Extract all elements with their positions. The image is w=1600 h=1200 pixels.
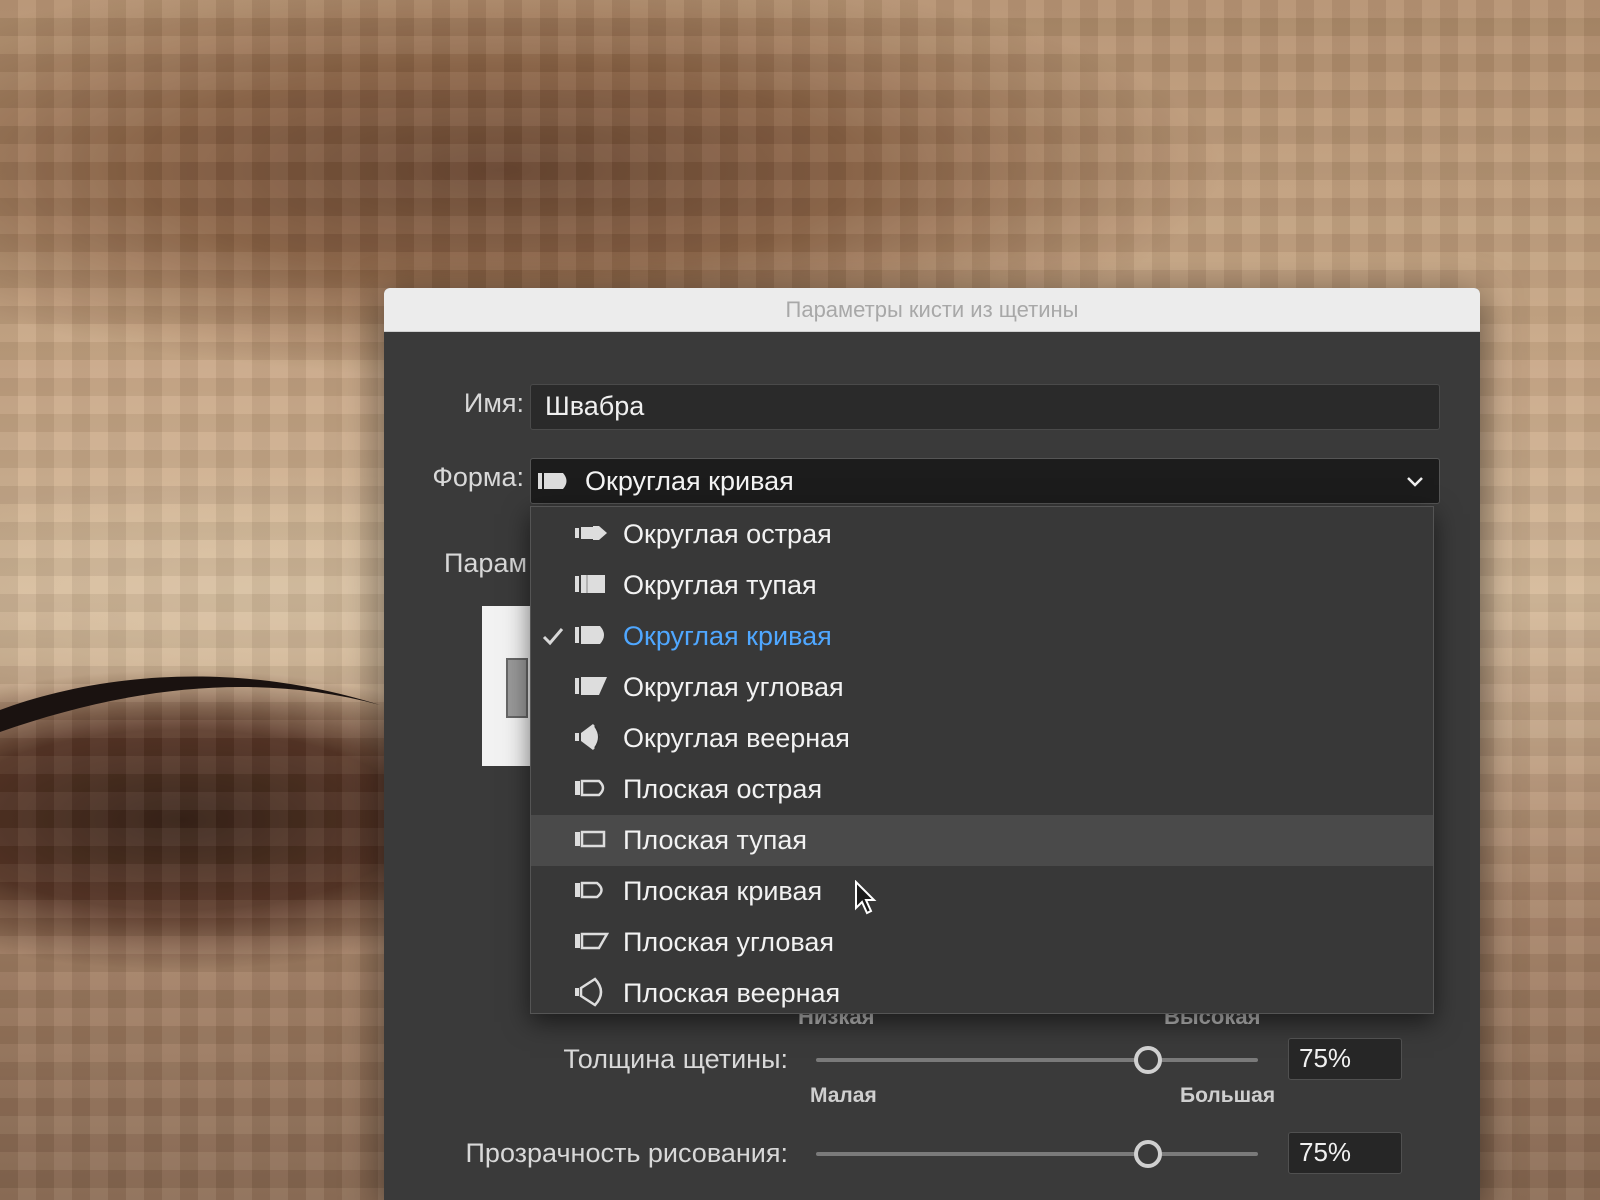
shape-select-value: Округлая кривая [585, 465, 794, 496]
mouse-cursor-icon [855, 880, 877, 915]
flat-fan-brush-icon [575, 977, 603, 1007]
checkmark-icon [542, 628, 564, 646]
round-blunt-brush-icon [575, 575, 605, 593]
flat-point-brush-icon [575, 779, 605, 797]
menu-item-label: Округлая веерная [623, 723, 850, 753]
parameters-section-label: Парам [444, 548, 528, 578]
shape-dropdown-menu: Округлая острая Округлая тупая Округлая … [530, 506, 1434, 1014]
round-fan-brush-icon [575, 724, 600, 750]
menu-item-label: Плоская кривая [623, 876, 823, 906]
shape-label: Форма: [432, 462, 524, 492]
menu-item-round-fan[interactable]: Округлая веерная [531, 713, 1433, 764]
menu-item-label: Плоская веерная [623, 978, 841, 1008]
thickness-value-input[interactable]: 75% [1288, 1038, 1402, 1080]
name-input[interactable]: Швабра [530, 384, 1440, 430]
thickness-max-label: Большая [1180, 1084, 1276, 1107]
menu-item-label: Округлая тупая [623, 570, 817, 600]
round-angle-brush-icon [575, 677, 607, 695]
shape-select[interactable]: Округлая кривая [530, 458, 1440, 504]
menu-item-label: Плоская угловая [623, 927, 835, 957]
flat-curve-brush-icon [575, 881, 603, 899]
round-curve-brush-icon [575, 626, 604, 644]
round-curve-brush-icon [538, 473, 567, 489]
opacity-slider-track[interactable] [816, 1152, 1258, 1156]
thickness-slider-thumb[interactable] [1133, 1046, 1162, 1074]
opacity-slider-thumb[interactable] [1133, 1140, 1162, 1168]
thickness-slider-track[interactable] [816, 1058, 1258, 1062]
menu-item-label: Округлая угловая [623, 672, 844, 702]
name-label: Имя: [463, 388, 524, 418]
menu-item-flat-curve[interactable]: Плоская кривая [531, 866, 1433, 917]
menu-item-label: Округлая острая [623, 519, 832, 549]
round-point-brush-icon [575, 526, 607, 540]
menu-item-round-point[interactable]: Округлая острая [531, 509, 1433, 560]
menu-item-label: Плоская острая [623, 774, 823, 804]
chevron-down-icon [1407, 477, 1423, 487]
menu-item-label: Округлая кривая [623, 621, 832, 651]
brush-stroke-artwork [0, 676, 380, 732]
opacity-label: Прозрачность рисования: [465, 1138, 788, 1168]
menu-item-flat-blunt[interactable]: Плоская тупая [531, 815, 1433, 866]
thickness-min-label: Малая [810, 1084, 877, 1107]
bristle-brush-options-dialog: Параметры кисти из щетины Имя: Швабра Фо… [384, 288, 1480, 1200]
dialog-title: Параметры кисти из щетины [384, 288, 1480, 332]
menu-item-flat-point[interactable]: Плоская острая [531, 764, 1433, 815]
menu-item-round-blunt[interactable]: Округлая тупая [531, 560, 1433, 611]
menu-item-label: Плоская тупая [623, 825, 807, 855]
menu-item-round-angle[interactable]: Округлая угловая [531, 662, 1433, 713]
opacity-value-input[interactable]: 75% [1288, 1132, 1402, 1174]
flat-blunt-brush-icon [575, 830, 606, 848]
menu-item-round-curve[interactable]: Округлая кривая [531, 611, 1433, 662]
menu-item-flat-angle[interactable]: Плоская угловая [531, 917, 1433, 968]
thickness-label: Толщина щетины: [563, 1044, 788, 1074]
menu-item-flat-fan[interactable]: Плоская веерная [531, 968, 1433, 1019]
flat-angle-brush-icon [575, 932, 609, 950]
brush-preview-swatch [506, 658, 528, 718]
